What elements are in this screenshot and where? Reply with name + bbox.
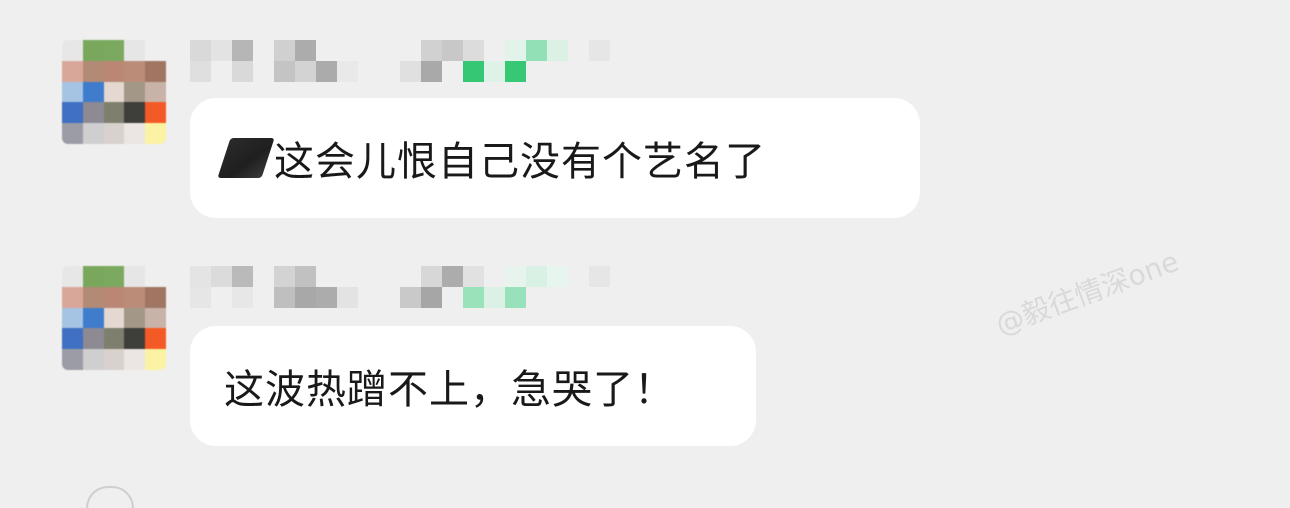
avatar[interactable] [62,40,166,144]
sender-name-redacted [190,266,650,310]
message-bubble[interactable]: 这会儿恨自己没有个艺名了 [190,98,920,218]
avatar[interactable] [62,266,166,370]
watermark: @毅往情深one [991,244,1183,342]
sender-name-redacted [190,40,650,84]
next-avatar-edge [86,486,134,508]
message-text: 这会儿恨自己没有个艺名了 [274,139,766,185]
redaction-mark [217,138,275,178]
message-bubble[interactable]: 这波热蹭不上，急哭了！ [190,326,756,446]
message-text: 这波热蹭不上，急哭了！ [224,367,675,413]
